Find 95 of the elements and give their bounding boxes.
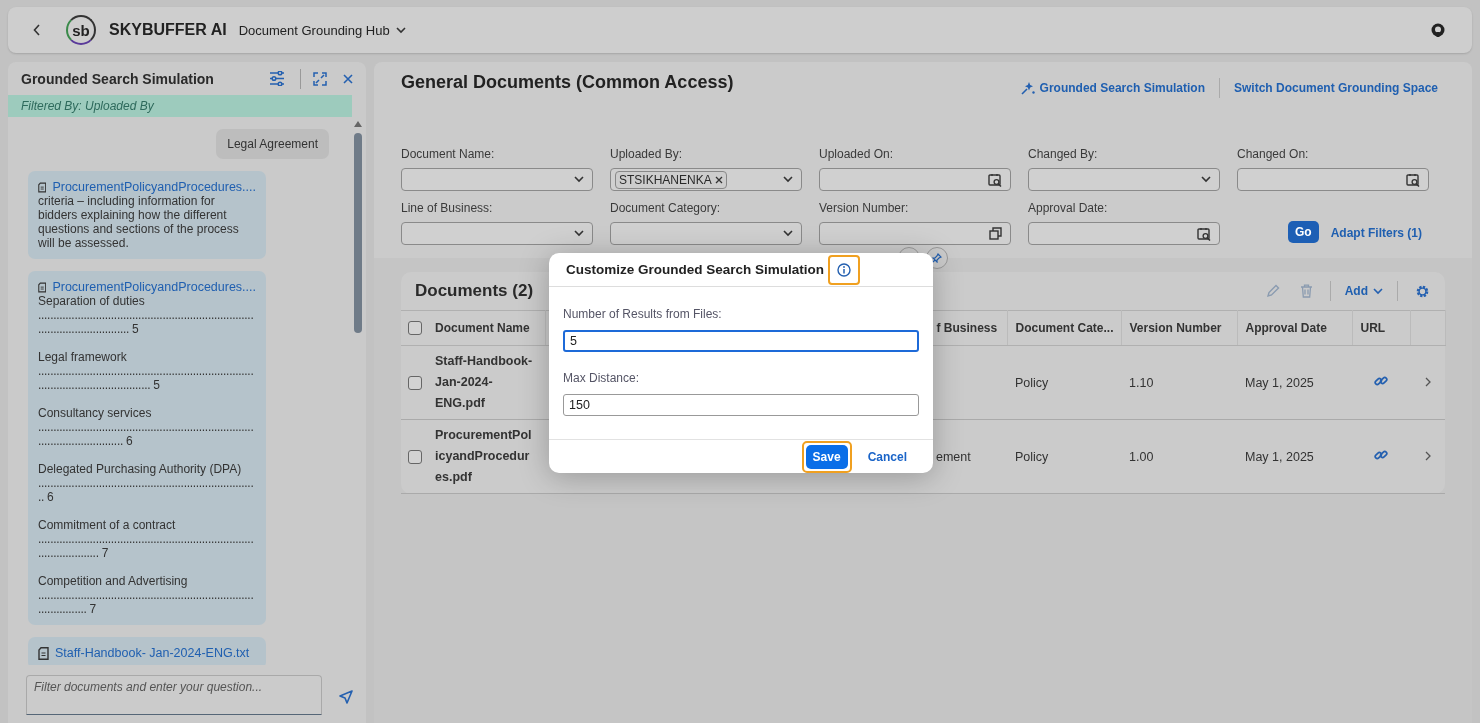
document-name: Staff-Handbook-Jan-2024-ENG.pdf [435, 354, 533, 410]
cancel-button[interactable]: Cancel [861, 440, 913, 473]
caret-icon [1201, 176, 1211, 183]
filter-label: Changed By: [1028, 147, 1099, 161]
caret-icon [783, 176, 793, 183]
page-reference: ......................................................................... 6 [38, 476, 255, 504]
filter-label: Uploaded By: [610, 147, 684, 161]
caret-icon [395, 26, 406, 34]
filter-label: Version Number: [819, 201, 910, 215]
caret-icon [574, 176, 584, 183]
table-cell: May 1, 2025 [1245, 449, 1314, 464]
table-cell: ement [936, 449, 971, 464]
document-icon [38, 646, 49, 660]
filter-field[interactable] [819, 168, 1011, 191]
caret-icon [574, 230, 584, 237]
result-text: Separation of duties [38, 294, 146, 308]
copy-icon[interactable] [989, 227, 1002, 240]
filter-label: Document Category: [610, 201, 722, 215]
checkbox[interactable] [408, 375, 422, 390]
result-text: Legal framework [38, 350, 128, 364]
file-link[interactable]: Staff-Handbook- Jan-2024-ENG.txt [55, 646, 250, 660]
link-icon[interactable] [1374, 374, 1388, 388]
field-label: Number of Results from Files: [563, 307, 723, 321]
result-text: Commitment of a contract [38, 518, 177, 532]
chevron-icon[interactable] [1424, 376, 1431, 387]
calendar-icon[interactable] [988, 172, 1002, 187]
dialog-title: Customize Grounded Search Simulation [566, 262, 825, 277]
save-button[interactable]: Save [801, 440, 852, 473]
document-name: ProcurementPolicyandProcedures.pdf [435, 428, 532, 484]
page-reference: ................................................................................................... 6 [38, 420, 255, 448]
info-button[interactable] [828, 254, 861, 285]
page-reference: ....................................................................................... 7 [38, 588, 255, 616]
table-title: Documents (2) [415, 281, 534, 301]
calendar-icon[interactable] [1197, 226, 1211, 241]
file-link[interactable]: ProcurementPolicyandProcedures.... [52, 280, 256, 294]
chevron-icon[interactable] [1424, 450, 1431, 461]
checkbox[interactable] [408, 321, 422, 336]
column-header[interactable]: f Business [936, 321, 998, 335]
sparkle-icon [1020, 81, 1035, 95]
caret-icon [1373, 287, 1383, 295]
filter-label: Line of Business: [401, 201, 494, 215]
action-link[interactable]: Grounded Search Simulation [1013, 78, 1212, 98]
result-text: Consultancy services [38, 406, 153, 420]
filter-field[interactable] [610, 222, 802, 245]
brand-name: SKYBUFFER AI [109, 21, 227, 39]
document-icon [38, 180, 47, 194]
filter-label: Document Name: [401, 147, 496, 161]
page-reference: ..................................................................................................... 5 [38, 308, 255, 336]
question-field[interactable]: Filter documents and enter your question... [26, 675, 322, 715]
file-link[interactable]: ProcurementPolicyandProcedures.... [52, 180, 256, 194]
filter-field[interactable] [401, 168, 593, 191]
result-text: Competition and Advertising [38, 574, 189, 588]
filter-field[interactable]: STSIKHANENKA [610, 168, 802, 191]
filter-info-text: Filtered By: Uploaded By [21, 99, 154, 113]
filter-label: Uploaded On: [819, 147, 895, 161]
info-icon[interactable] [837, 262, 852, 277]
filter-field[interactable] [401, 222, 593, 245]
filter-field[interactable] [1237, 168, 1429, 191]
caret-icon [783, 230, 793, 237]
filter-field[interactable] [1028, 222, 1220, 245]
go-button[interactable]: Go [1288, 221, 1319, 243]
table-cell: 1.00 [1129, 449, 1154, 464]
user-message: Legal Agreement [216, 129, 329, 159]
pin-icon [932, 253, 942, 263]
column-header[interactable]: URL [1360, 321, 1386, 335]
document-icon [38, 280, 47, 294]
table-cell: Policy [1015, 375, 1049, 390]
app-title-menu[interactable]: Document Grounding Hub [238, 22, 406, 38]
token[interactable]: STSIKHANENKA [615, 170, 727, 189]
table-cell: Policy [1015, 449, 1049, 464]
result-text: criteria – including information for bidders explaining how the different questions and sections of the process will be assessed. [38, 194, 240, 250]
panel-title: Grounded Search Simulation [21, 70, 214, 87]
expand-icon[interactable] [313, 71, 327, 86]
filter-label: Changed On: [1237, 147, 1310, 161]
filter-label: Approval Date: [1028, 201, 1109, 215]
page-reference: ........................................................................................... 7 [38, 532, 255, 560]
table-cell: 1.10 [1129, 375, 1154, 390]
expand-button[interactable] [300, 68, 330, 89]
field-label: Max Distance: [563, 371, 641, 385]
input-field[interactable]: 150 [563, 394, 919, 416]
result-text: Delegated Purchasing Authority (DPA) [38, 462, 243, 476]
calendar-icon[interactable] [1406, 172, 1420, 187]
filter-field[interactable] [819, 222, 1011, 245]
remove-icon[interactable] [714, 175, 723, 184]
add-button[interactable]: Add [1329, 281, 1398, 301]
logo: sb [66, 15, 96, 45]
action-link[interactable]: Switch Document Grounding Space [1218, 78, 1445, 98]
page-title: General Documents (Common Access) [401, 72, 734, 93]
page-reference: ............................................................................................................ 5 [38, 364, 255, 392]
checkbox[interactable] [408, 449, 422, 464]
table-cell: May 1, 2025 [1245, 375, 1314, 390]
link-icon[interactable] [1374, 448, 1388, 462]
filter-field[interactable] [1028, 168, 1220, 191]
adapt-filters-button[interactable]: Adapt Filters (1) [1330, 223, 1422, 243]
input-field[interactable]: 5 [563, 330, 919, 352]
